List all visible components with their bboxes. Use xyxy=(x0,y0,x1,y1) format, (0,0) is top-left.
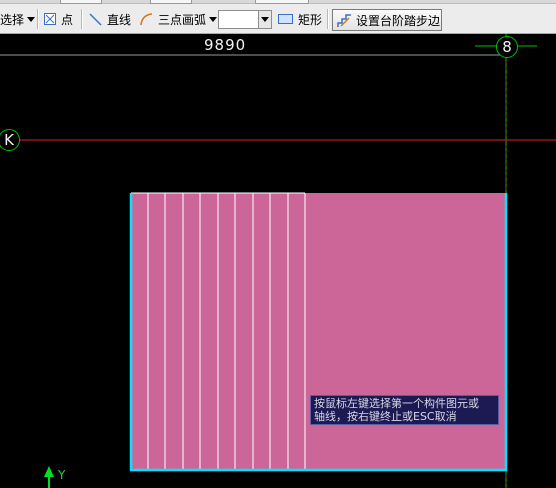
select-label: 选择 xyxy=(0,12,25,27)
command-tooltip: 按鼠标左键选择第一个构件图元或 轴线，按右键终止或ESC取消 xyxy=(310,395,499,425)
rectangle-button[interactable]: 矩形 xyxy=(278,8,322,30)
tooltip-line-1: 按鼠标左键选择第一个构件图元或 xyxy=(314,397,479,410)
chevron-down-icon xyxy=(209,16,218,22)
set-step-edge-button[interactable]: 设置台阶踏步边 xyxy=(332,9,442,31)
axis-bubble-8[interactable]: 8 xyxy=(496,36,518,58)
slab-region xyxy=(131,193,506,470)
select-dropdown[interactable]: 选择 xyxy=(0,8,36,30)
step-edge-icon xyxy=(337,13,351,27)
chevron-down-icon[interactable] xyxy=(258,11,271,28)
point-icon xyxy=(44,13,56,25)
toolbar-top-strip xyxy=(0,0,556,4)
arc-icon xyxy=(140,13,153,26)
line-icon xyxy=(89,12,102,26)
set-step-edge-label: 设置台阶踏步边 xyxy=(356,13,441,28)
arc-label: 三点画弧 xyxy=(158,12,207,27)
line-label: 直线 xyxy=(107,12,132,27)
chevron-down-icon xyxy=(27,16,36,22)
rectangle-icon xyxy=(278,14,293,24)
tooltip-line-2: 轴线，按右键终止或ESC取消 xyxy=(314,410,457,423)
line-button[interactable]: 直线 xyxy=(89,8,131,30)
toolbar-separator xyxy=(37,9,39,29)
point-label: 点 xyxy=(61,12,74,27)
toolbar: 选择 点 直线 三点画弧 矩形 设置台阶踏步边 xyxy=(0,0,556,34)
combo-value xyxy=(219,15,222,29)
dimension-text: 9890 xyxy=(204,36,247,54)
toolbar-separator xyxy=(327,9,329,29)
y-axis-label: Y xyxy=(58,468,66,482)
y-axis-arrow-icon xyxy=(44,466,54,477)
rectangle-label: 矩形 xyxy=(298,12,323,27)
point-button[interactable]: 点 xyxy=(44,8,73,30)
drawing-canvas[interactable]: 9890 8 K 按鼠标左键选择第一个构件图元或 轴线，按右键终止或ESC取消 … xyxy=(0,34,556,488)
arc-dropdown[interactable]: 三点画弧 xyxy=(139,8,218,30)
arc-option-combo[interactable] xyxy=(218,10,272,29)
toolbar-separator xyxy=(81,9,83,29)
